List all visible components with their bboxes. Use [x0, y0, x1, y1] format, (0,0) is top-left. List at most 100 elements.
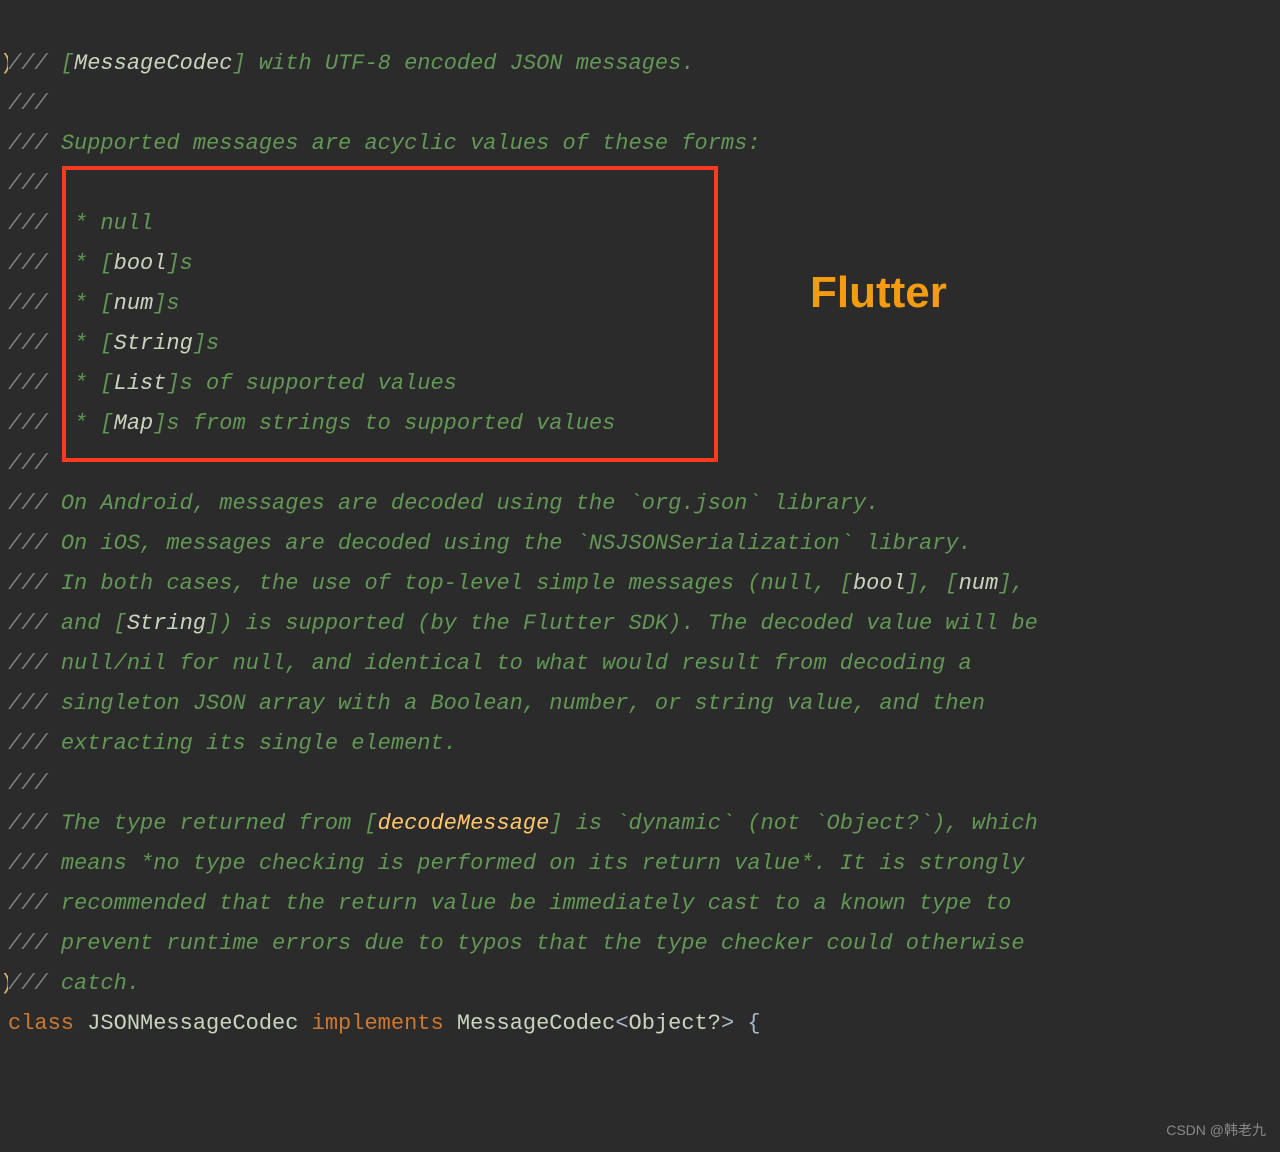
code-line: class JSONMessageCodec implements Messag…: [0, 1004, 1280, 1044]
code-segment: ///: [8, 484, 61, 524]
code-segment: null/nil for null, and identical to what…: [61, 644, 972, 684]
code-segment: ///: [8, 44, 61, 84]
code-line: /// Supported messages are acyclic value…: [0, 124, 1280, 164]
code-line: /// and [String]) is supported (by the F…: [0, 604, 1280, 644]
code-segment: implements: [312, 1004, 457, 1044]
code-segment: [: [61, 44, 74, 84]
code-segment: ///: [8, 764, 48, 804]
code-segment: ///: [8, 164, 48, 204]
code-line: /// * [Map]s from strings to supported v…: [0, 404, 1280, 444]
code-segment: MessageCodec: [74, 44, 232, 84]
code-line: ///: [0, 84, 1280, 124]
code-line: /// means *no type checking is performed…: [0, 844, 1280, 884]
code-segment: ///: [8, 564, 61, 604]
code-segment: In both cases, the use of top-level simp…: [61, 564, 853, 604]
code-segment: * [: [74, 244, 114, 284]
code-segment: ],: [998, 564, 1024, 604]
code-segment: bool: [853, 564, 906, 604]
code-segment: ///: [8, 604, 61, 644]
code-segment: ] is `dynamic` (not `Object?`), which: [549, 804, 1037, 844]
code-segment: ///: [8, 964, 61, 1004]
code-segment: MessageCodec: [457, 1004, 615, 1044]
watermark-text: CSDN @韩老九: [1166, 1120, 1266, 1140]
code-line: /// null/nil for null, and identical to …: [0, 644, 1280, 684]
code-segment: String: [127, 604, 206, 644]
code-segment: num: [959, 564, 999, 604]
code-segment: * [: [74, 284, 114, 324]
code-segment: ///: [8, 724, 61, 764]
code-line: ///: [0, 164, 1280, 204]
code-line: )/// [MessageCodec] with UTF-8 encoded J…: [0, 44, 1280, 84]
code-line: )/// catch.: [0, 964, 1280, 1004]
code-segment: ///: [8, 284, 74, 324]
code-segment: JSONMessageCodec: [87, 1004, 311, 1044]
code-segment: String: [114, 324, 193, 364]
code-segment: ]s of supported values: [166, 364, 456, 404]
code-line: /// On iOS, messages are decoded using t…: [0, 524, 1280, 564]
code-segment: num: [114, 284, 154, 324]
code-segment: ///: [8, 124, 61, 164]
code-segment: ] with UTF-8 encoded JSON messages.: [232, 44, 694, 84]
code-line: /// On Android, messages are decoded usi…: [0, 484, 1280, 524]
code-segment: ///: [8, 84, 48, 124]
code-segment: ///: [8, 644, 61, 684]
code-segment: ]s from strings to supported values: [153, 404, 615, 444]
code-segment: <: [615, 1004, 628, 1044]
code-line: ///: [0, 444, 1280, 484]
code-segment: Object?: [629, 1004, 721, 1044]
code-segment: means *no type checking is performed on …: [61, 844, 1025, 884]
code-segment: ///: [8, 804, 61, 844]
code-segment: * null: [74, 204, 153, 244]
code-segment: prevent runtime errors due to typos that…: [61, 924, 1025, 964]
code-line: /// In both cases, the use of top-level …: [0, 564, 1280, 604]
code-segment: and [: [61, 604, 127, 644]
code-segment: > {: [721, 1004, 761, 1044]
code-segment: decodeMessage: [378, 804, 550, 844]
code-segment: ///: [8, 924, 61, 964]
code-segment: ]s: [153, 284, 179, 324]
code-segment: ///: [8, 684, 61, 724]
code-line: /// singleton JSON array with a Boolean,…: [0, 684, 1280, 724]
code-segment: List: [114, 364, 167, 404]
gutter: ): [0, 44, 8, 84]
code-line: /// The type returned from [decodeMessag…: [0, 804, 1280, 844]
code-segment: On iOS, messages are decoded using the `…: [61, 524, 972, 564]
code-segment: ]s: [193, 324, 219, 364]
code-segment: The type returned from [: [61, 804, 378, 844]
code-line: /// * [bool]s: [0, 244, 1280, 284]
code-segment: recommended that the return value be imm…: [61, 884, 1012, 924]
code-segment: ///: [8, 364, 74, 404]
code-segment: * [: [74, 324, 114, 364]
code-segment: ///: [8, 324, 74, 364]
code-segment: extracting its single element.: [61, 724, 457, 764]
gutter: ): [0, 964, 8, 1004]
code-segment: * [: [74, 364, 114, 404]
code-line: /// extracting its single element.: [0, 724, 1280, 764]
code-line: /// * [List]s of supported values: [0, 364, 1280, 404]
code-segment: ///: [8, 204, 74, 244]
code-segment: ], [: [906, 564, 959, 604]
annotation-label: Flutter: [810, 268, 947, 318]
code-segment: singleton JSON array with a Boolean, num…: [61, 684, 985, 724]
code-segment: ///: [8, 444, 48, 484]
code-line: /// * [num]s: [0, 284, 1280, 324]
code-segment: ]s: [166, 244, 192, 284]
code-segment: catch.: [61, 964, 140, 1004]
code-line: ///: [0, 764, 1280, 804]
code-segment: ///: [8, 404, 74, 444]
code-line: /// * null: [0, 204, 1280, 244]
code-segment: Supported messages are acyclic values of…: [61, 124, 761, 164]
code-segment: Map: [114, 404, 154, 444]
code-viewer: )/// [MessageCodec] with UTF-8 encoded J…: [0, 0, 1280, 1044]
code-line: /// recommended that the return value be…: [0, 884, 1280, 924]
code-segment: ///: [8, 244, 74, 284]
code-line: /// * [String]s: [0, 324, 1280, 364]
code-segment: * [: [74, 404, 114, 444]
code-segment: ]) is supported (by the Flutter SDK). Th…: [206, 604, 1038, 644]
code-line: /// prevent runtime errors due to typos …: [0, 924, 1280, 964]
code-segment: ///: [8, 524, 61, 564]
code-segment: ///: [8, 884, 61, 924]
code-segment: On Android, messages are decoded using t…: [61, 484, 880, 524]
code-segment: class: [8, 1004, 87, 1044]
code-segment: bool: [114, 244, 167, 284]
